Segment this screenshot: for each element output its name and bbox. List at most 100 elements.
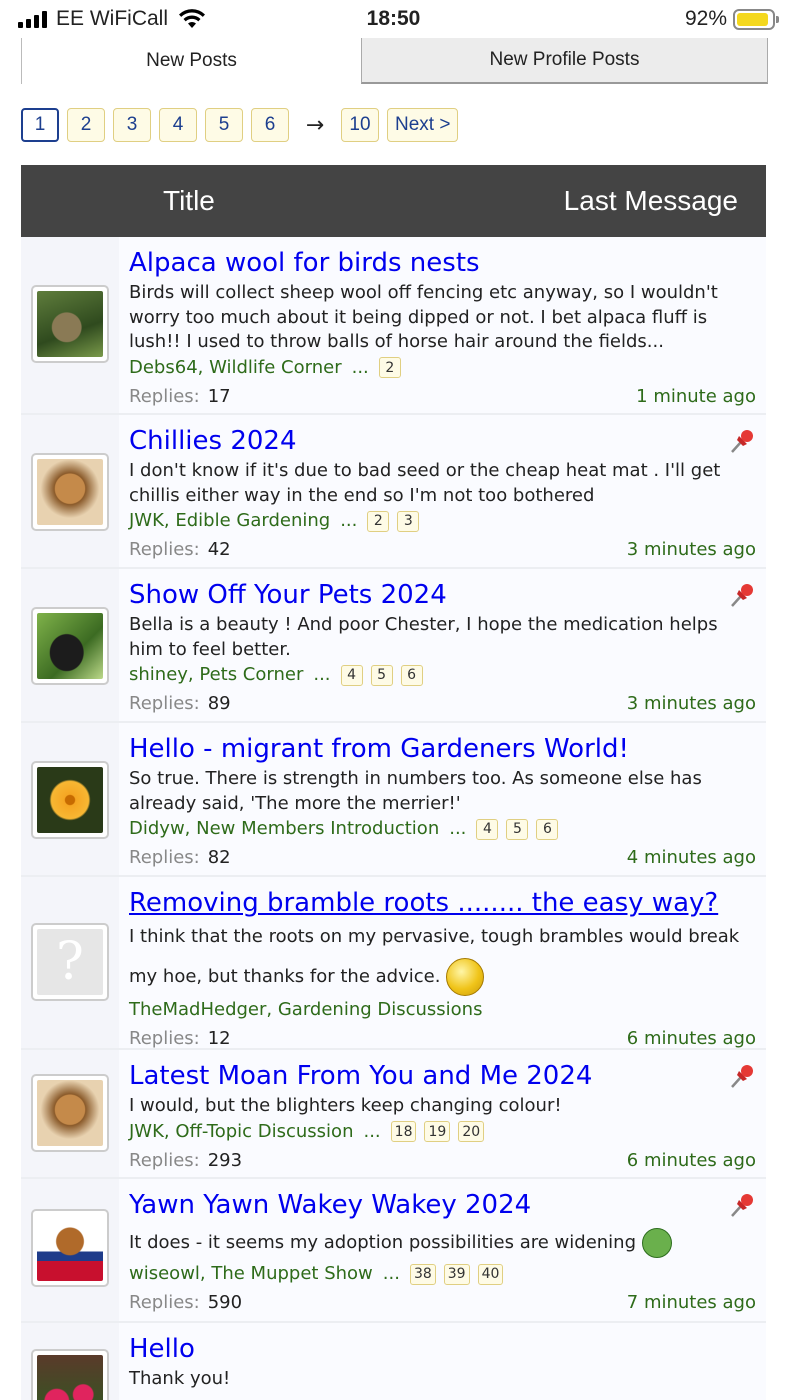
replies-label: Replies: — [129, 539, 200, 560]
thread-author-forum[interactable]: Didyw, New Members Introduction — [129, 816, 439, 842]
owl-avatar[interactable] — [31, 1209, 109, 1287]
battery-percent: 92% — [684, 7, 727, 30]
page-link-6[interactable]: 6 — [251, 108, 289, 142]
page-link-4[interactable]: 4 — [159, 108, 197, 142]
thread-snippet: It does - it seems my adoption possibili… — [129, 1232, 637, 1253]
thread-page-link[interactable]: 38 — [409, 1263, 436, 1285]
last-message-time[interactable]: 6 minutes ago — [627, 1145, 756, 1177]
grin-emoji-icon — [641, 1228, 672, 1258]
thread-row: Alpaca wool for birds nests Birds will c… — [21, 237, 766, 415]
page-link-3[interactable]: 3 — [113, 108, 151, 142]
thread-snippet: Thank you! — [129, 1368, 231, 1389]
thread-snippet: Birds will collect sheep wool off fencin… — [129, 282, 718, 352]
last-message-time[interactable]: 3 minutes ago — [627, 534, 756, 566]
thread-snippet: So true. There is strength in numbers to… — [129, 768, 702, 814]
thread-title[interactable]: Chillies 2024 — [129, 423, 756, 459]
muppet-avatar[interactable] — [31, 1074, 109, 1152]
last-message-time[interactable]: 3 minutes ago — [627, 688, 756, 720]
tab-new-profile-posts[interactable]: New Profile Posts — [361, 38, 768, 84]
thread-author-forum[interactable]: shiney, Pets Corner — [129, 662, 303, 688]
column-last-message: Last Message — [563, 185, 738, 216]
pin-icon — [731, 584, 753, 607]
tortoise-avatar[interactable] — [31, 285, 109, 363]
thread-page-link[interactable]: 6 — [536, 818, 559, 840]
table-header: Title Last Message — [21, 165, 766, 237]
last-message-time[interactable]: 7 minutes ago — [627, 1287, 756, 1319]
thread-snippet: Bella is a beauty ! And poor Chester, I … — [129, 614, 718, 660]
tab-bar: New Posts New Profile Posts — [21, 38, 768, 84]
status-right: 92% — [684, 7, 779, 31]
replies-count: 590 — [207, 1292, 243, 1313]
thread-title[interactable]: Latest Moan From You and Me 2024 — [129, 1058, 756, 1094]
thread-author-forum[interactable]: JWK, Off-Topic Discussion — [129, 1119, 353, 1145]
thread-list: Alpaca wool for birds nests Birds will c… — [21, 237, 766, 1400]
thread-title[interactable]: Show Off Your Pets 2024 — [129, 577, 756, 613]
thread-row: Hello - migrant from Gardeners World! So… — [21, 723, 766, 877]
page-link-5[interactable]: 5 — [205, 108, 243, 142]
thread-page-link[interactable]: 20 — [458, 1121, 485, 1142]
thread-page-link[interactable]: 18 — [390, 1121, 417, 1142]
battery-icon — [733, 8, 779, 30]
thread-author-forum[interactable]: JWK, Edible Gardening — [129, 508, 330, 534]
replies-label: Replies: — [129, 385, 200, 407]
replies-label: Replies: — [129, 1149, 200, 1171]
last-message-time[interactable]: 1 minute ago — [636, 381, 756, 413]
thread-title[interactable]: Hello - migrant from Gardeners World! — [129, 731, 756, 767]
replies-label: Replies: — [129, 1028, 200, 1049]
replies-count: 82 — [207, 847, 231, 868]
page-link-2[interactable]: 2 — [67, 108, 105, 142]
last-message-time[interactable]: 4 minutes ago — [627, 842, 756, 874]
flower-avatar[interactable] — [31, 761, 109, 839]
thread-page-link[interactable]: 5 — [506, 818, 529, 840]
replies-label: Replies: — [129, 847, 200, 868]
tab-new-posts[interactable]: New Posts — [21, 38, 361, 84]
thread-title[interactable]: Hello — [129, 1331, 756, 1367]
replies-count: 293 — [207, 1149, 243, 1171]
replies-count: 42 — [207, 539, 231, 560]
thread-author-forum[interactable]: wiseowl, The Muppet Show — [129, 1261, 373, 1287]
thread-page-link[interactable]: 2 — [378, 357, 401, 378]
thread-page-link[interactable]: 19 — [424, 1121, 451, 1142]
red-flowers-avatar[interactable] — [31, 1349, 109, 1400]
replies-count: 89 — [207, 693, 231, 714]
thread-page-link[interactable]: 39 — [443, 1263, 470, 1285]
thread-page-link[interactable]: 2 — [367, 510, 390, 532]
thread-page-link[interactable]: 3 — [397, 510, 420, 532]
thread-title[interactable]: Yawn Yawn Wakey Wakey 2024 — [129, 1187, 756, 1223]
clock: 18:50 — [366, 7, 421, 30]
thread-page-link[interactable]: 4 — [476, 818, 499, 840]
pages-ellipsis: ... — [340, 510, 358, 531]
replies-count: 17 — [207, 385, 231, 407]
thread-title[interactable]: Alpaca wool for birds nests — [129, 245, 756, 281]
column-title: Title — [163, 185, 215, 216]
thread-author-forum[interactable]: Debs64, Wildlife Corner — [129, 355, 342, 381]
pages-ellipsis: ... — [449, 818, 467, 839]
page-link-1[interactable]: 1 — [21, 108, 59, 142]
pages-ellipsis: ... — [363, 1120, 381, 1142]
thread-author-forum[interactable]: TheMadHedger, Gardening Discussions — [129, 997, 482, 1023]
thread-page-link[interactable]: 6 — [400, 664, 423, 686]
gorilla-avatar[interactable] — [31, 607, 109, 685]
pages-ellipsis: ... — [351, 356, 369, 378]
thread-row: Hello Thank you! — [21, 1323, 766, 1400]
pages-ellipsis: ... — [313, 664, 331, 685]
next-page-button[interactable]: Next > — [387, 108, 459, 142]
page-link-last[interactable]: 10 — [341, 108, 379, 142]
thread-page-link[interactable]: 4 — [340, 664, 363, 686]
muppet-avatar[interactable] — [31, 453, 109, 531]
thread-row: Chillies 2024 I don't know if it's due t… — [21, 415, 766, 569]
unknown-avatar[interactable]: ? — [31, 923, 109, 1001]
thread-snippet: I think that the roots on my pervasive, … — [129, 926, 740, 987]
thread-snippet: I don't know if it's due to bad seed or … — [129, 460, 721, 506]
thread-title[interactable]: Removing bramble roots ........ the easy… — [129, 885, 756, 921]
pin-icon — [731, 430, 753, 453]
pages-ellipsis: ... — [382, 1263, 400, 1284]
thread-snippet: I would, but the blighters keep changing… — [129, 1095, 562, 1116]
replies-label: Replies: — [129, 1292, 200, 1313]
thread-page-link[interactable]: 40 — [477, 1263, 504, 1285]
thread-page-link[interactable]: 5 — [370, 664, 393, 686]
pin-icon — [731, 1194, 753, 1217]
replies-label: Replies: — [129, 693, 200, 714]
thread-row: ? Removing bramble roots ........ the ea… — [21, 877, 766, 1050]
thread-row: Latest Moan From You and Me 2024 I would… — [21, 1050, 766, 1179]
